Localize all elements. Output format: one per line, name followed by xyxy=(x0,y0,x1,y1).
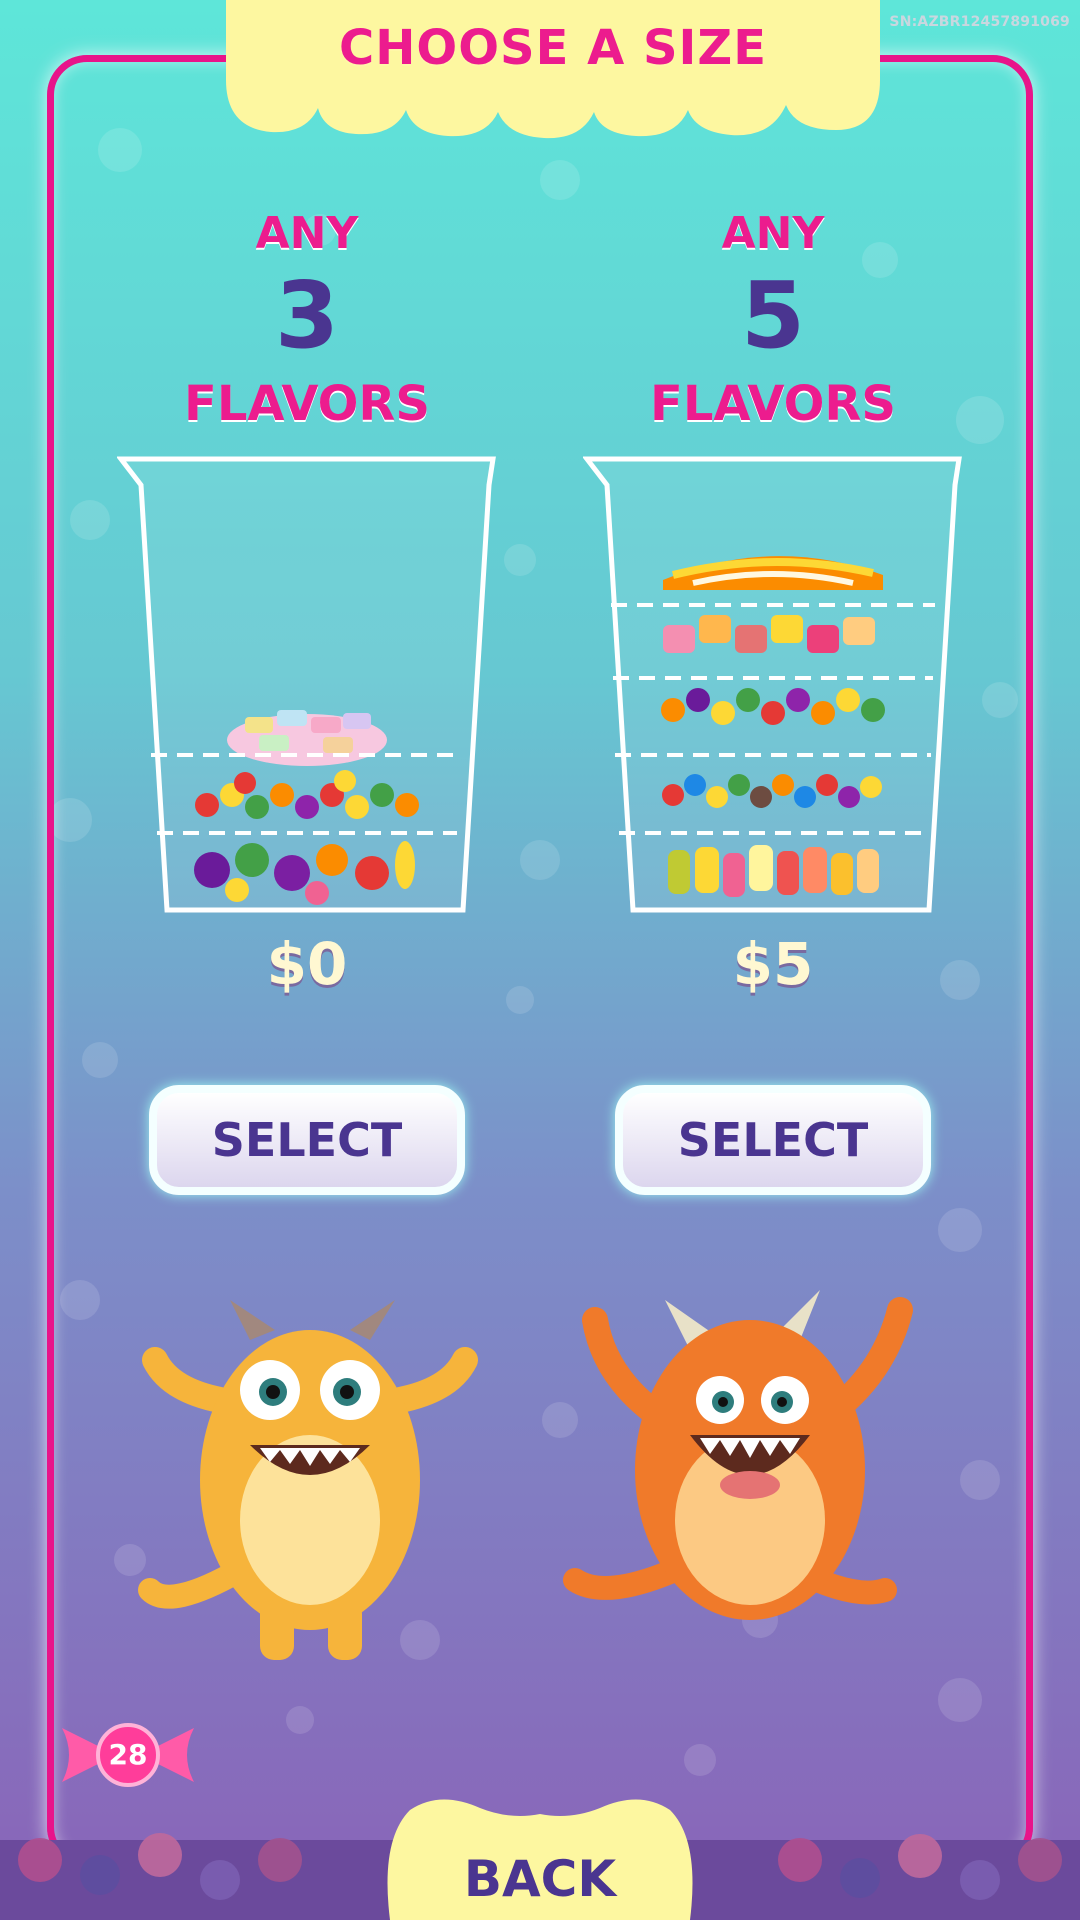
select-3-flavors-button[interactable]: SELECT xyxy=(149,1085,465,1195)
candy-cup-3-icon xyxy=(117,456,496,913)
any-label: ANY xyxy=(721,208,825,259)
select-button-label: SELECT xyxy=(677,1113,869,1167)
select-button-label: SELECT xyxy=(211,1113,403,1167)
yellow-monster-icon xyxy=(138,1300,478,1660)
price-label: $5 xyxy=(732,930,814,998)
flavors-label: FLAVORS xyxy=(184,376,430,432)
back-label: BACK xyxy=(463,1850,617,1908)
candy-cup-5-icon xyxy=(583,456,962,913)
timer-count: 28 xyxy=(108,1738,148,1771)
select-5-flavors-button[interactable]: SELECT xyxy=(615,1085,931,1195)
flavor-count: 3 xyxy=(274,262,339,369)
flavor-count: 5 xyxy=(740,262,805,369)
timer-badge: 28 xyxy=(62,1720,194,1790)
orange-monster-icon xyxy=(563,1290,913,1620)
any-label: ANY xyxy=(255,208,359,259)
back-button[interactable]: BACK xyxy=(370,1790,710,1920)
flavors-label: FLAVORS xyxy=(650,376,896,432)
price-label: $0 xyxy=(266,930,348,998)
